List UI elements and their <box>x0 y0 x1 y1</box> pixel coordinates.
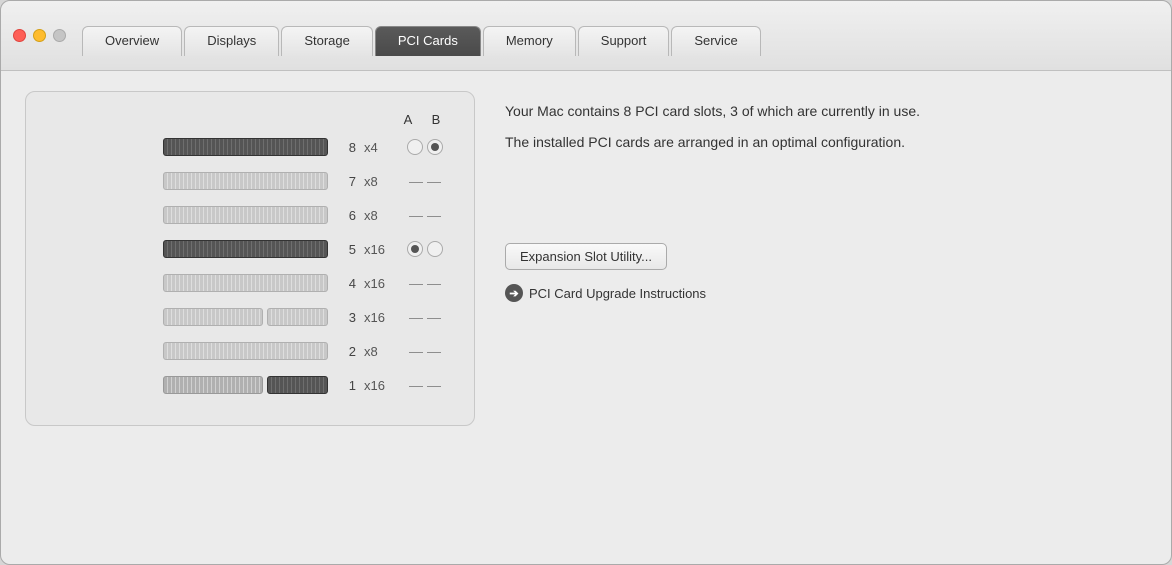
slot-num-7: 7 <box>336 174 356 189</box>
slot-bar-5-right <box>163 240 328 258</box>
slot-row-8: 8 x4 <box>46 133 454 161</box>
slot-num-6: 6 <box>336 208 356 223</box>
slot-row-7: 7 x8 — — <box>46 167 454 195</box>
info-text-2: The installed PCI cards are arranged in … <box>505 132 1147 153</box>
titlebar: Overview Displays Storage PCI Cards Memo… <box>1 1 1171 71</box>
slot-row-2: 2 x8 — — <box>46 337 454 365</box>
slot-4-dash-a: — <box>409 275 423 291</box>
slot-bars-3 <box>46 308 328 326</box>
slot-indicators-8 <box>396 139 454 155</box>
tab-service[interactable]: Service <box>671 26 760 56</box>
slot-speed-2: x8 <box>364 344 396 359</box>
column-headers: A B <box>46 112 454 127</box>
slot-7-dash-a: — <box>409 173 423 189</box>
slot-3-dash-a: — <box>409 309 423 325</box>
slot-bar-2-right <box>163 342 328 360</box>
tab-pci-cards[interactable]: PCI Cards <box>375 26 481 56</box>
slot-8-indicator-b <box>427 139 443 155</box>
info-text-1: Your Mac contains 8 PCI card slots, 3 of… <box>505 101 1147 122</box>
slot-4-dash-b: — <box>427 275 441 291</box>
slot-7-dash-b: — <box>427 173 441 189</box>
slot-bar-7-right <box>163 172 328 190</box>
col-a-header: A <box>394 112 422 127</box>
tab-support[interactable]: Support <box>578 26 670 56</box>
pci-diagram-panel: A B 8 x4 <box>25 91 475 426</box>
slot-indicators-5 <box>396 241 454 257</box>
info-panel: Your Mac contains 8 PCI card slots, 3 of… <box>505 91 1147 302</box>
tab-bar: Overview Displays Storage PCI Cards Memo… <box>82 26 1159 56</box>
upgrade-icon: ➔ <box>505 284 523 302</box>
slot-bars-8 <box>46 138 328 156</box>
slot-speed-3: x16 <box>364 310 396 325</box>
slot-1-dash-a: — <box>409 377 423 393</box>
slot-indicators-3: — — <box>396 309 454 325</box>
slot-speed-5: x16 <box>364 242 396 257</box>
upgrade-link-label: PCI Card Upgrade Instructions <box>529 286 706 301</box>
slot-speed-7: x8 <box>364 174 396 189</box>
slot-speed-8: x4 <box>364 140 396 155</box>
info-description: Your Mac contains 8 PCI card slots, 3 of… <box>505 101 1147 163</box>
slot-indicators-4: — — <box>396 275 454 291</box>
main-window: Overview Displays Storage PCI Cards Memo… <box>0 0 1172 565</box>
slot-3-dash-b: — <box>427 309 441 325</box>
slot-row-6: 6 x8 — — <box>46 201 454 229</box>
slot-bars-1 <box>46 376 328 394</box>
traffic-lights <box>13 29 66 42</box>
slot-bar-1-right <box>267 376 328 394</box>
slot-speed-4: x16 <box>364 276 396 291</box>
upgrade-link[interactable]: ➔ PCI Card Upgrade Instructions <box>505 284 1147 302</box>
slot-6-dash-b: — <box>427 207 441 223</box>
slot-bars-7 <box>46 172 328 190</box>
slot-bars-4 <box>46 274 328 292</box>
slot-indicators-6: — — <box>396 207 454 223</box>
slot-num-8: 8 <box>336 140 356 155</box>
slot-bars-5 <box>46 240 328 258</box>
col-b-header: B <box>422 112 450 127</box>
slot-num-1: 1 <box>336 378 356 393</box>
close-button[interactable] <box>13 29 26 42</box>
slot-speed-6: x8 <box>364 208 396 223</box>
slot-bars-6 <box>46 206 328 224</box>
slot-1-dash-b: — <box>427 377 441 393</box>
slot-5-indicator-b <box>427 241 443 257</box>
expansion-slot-utility-button[interactable]: Expansion Slot Utility... <box>505 243 667 270</box>
slot-indicators-7: — — <box>396 173 454 189</box>
slot-6-dash-a: — <box>409 207 423 223</box>
slot-bars-2 <box>46 342 328 360</box>
slot-row-4: 4 x16 — — <box>46 269 454 297</box>
tab-memory[interactable]: Memory <box>483 26 576 56</box>
slot-num-5: 5 <box>336 242 356 257</box>
tab-displays[interactable]: Displays <box>184 26 279 56</box>
slot-speed-1: x16 <box>364 378 396 393</box>
slot-bar-4-right <box>163 274 328 292</box>
slot-bar-1-left <box>163 376 263 394</box>
slot-row-5: 5 x16 <box>46 235 454 263</box>
slot-num-4: 4 <box>336 276 356 291</box>
slot-row-3: 3 x16 — — <box>46 303 454 331</box>
slot-bar-8-right <box>163 138 328 156</box>
slot-2-dash-b: — <box>427 343 441 359</box>
slot-row-1: 1 x16 — — <box>46 371 454 399</box>
tab-storage[interactable]: Storage <box>281 26 373 56</box>
slot-indicators-1: — — <box>396 377 454 393</box>
slot-bar-6-right <box>163 206 328 224</box>
slot-indicators-2: — — <box>396 343 454 359</box>
zoom-button[interactable] <box>53 29 66 42</box>
slot-num-2: 2 <box>336 344 356 359</box>
content-area: A B 8 x4 <box>1 71 1171 564</box>
slot-bar-3-left <box>163 308 263 326</box>
slot-5-indicator-a <box>407 241 423 257</box>
slot-8-indicator-a <box>407 139 423 155</box>
tab-overview[interactable]: Overview <box>82 26 182 56</box>
slot-2-dash-a: — <box>409 343 423 359</box>
slot-num-3: 3 <box>336 310 356 325</box>
minimize-button[interactable] <box>33 29 46 42</box>
slot-bar-3-right <box>267 308 328 326</box>
